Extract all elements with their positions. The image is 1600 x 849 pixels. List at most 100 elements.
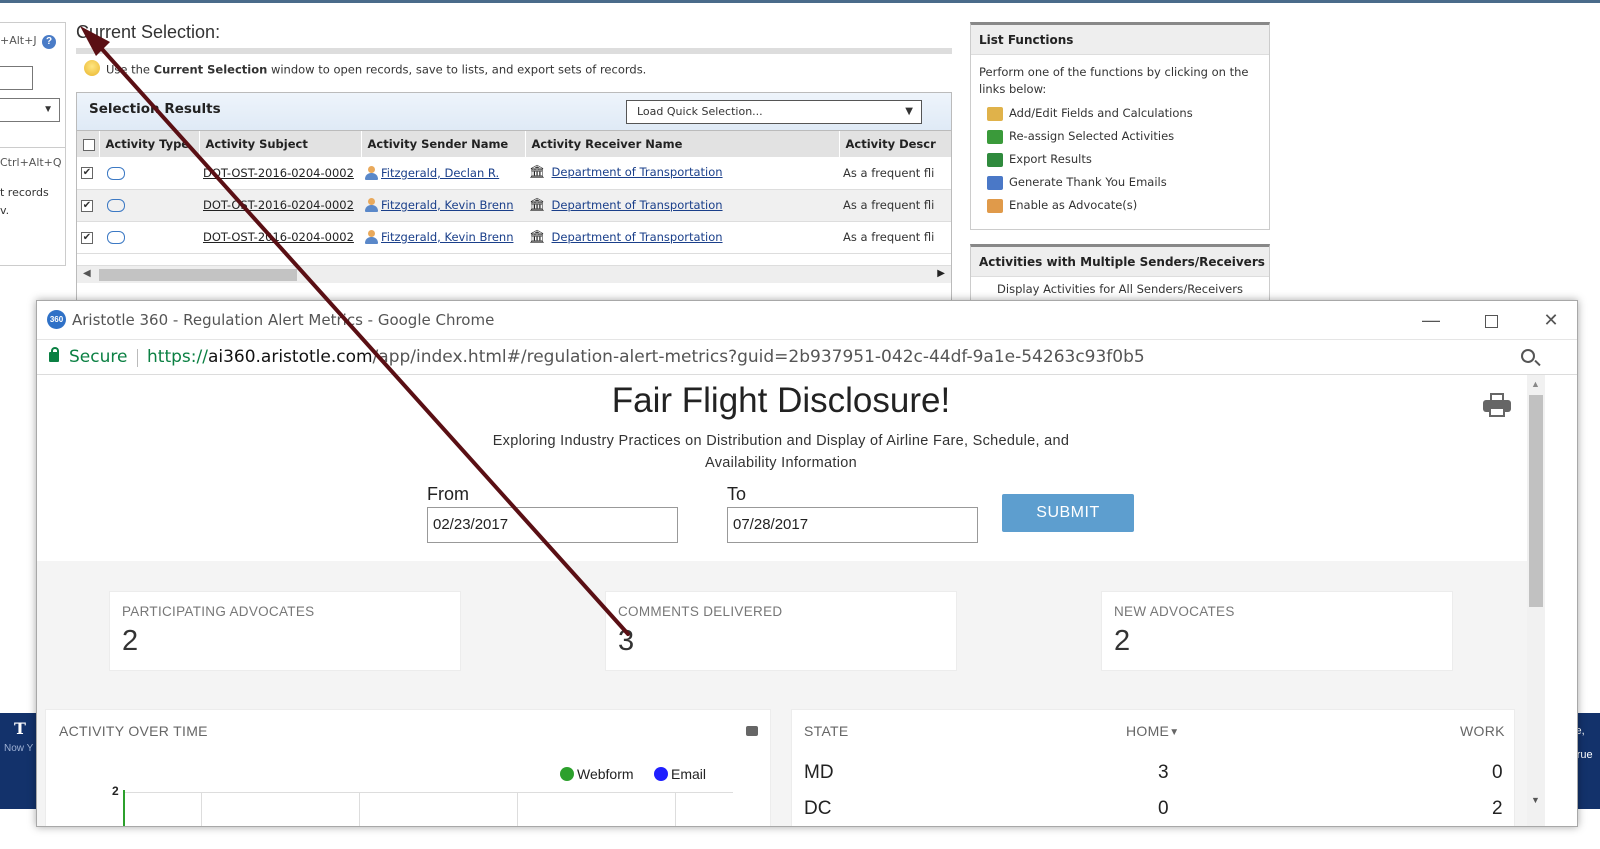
chart-gridline bbox=[675, 792, 676, 826]
scroll-right-icon[interactable]: ▶ bbox=[937, 268, 945, 279]
to-label: To bbox=[727, 484, 747, 504]
sender-link[interactable]: Fitzgerald, Declan R. bbox=[381, 166, 499, 180]
scroll-up-icon[interactable]: ▲ bbox=[1531, 379, 1540, 389]
title-underline bbox=[76, 48, 952, 54]
comment-icon bbox=[107, 199, 125, 212]
person-icon bbox=[365, 166, 378, 180]
divider bbox=[137, 349, 138, 367]
scroll-down-icon[interactable]: ▼ bbox=[1531, 795, 1540, 805]
stat-card-comments-delivered: COMMENTS DELIVERED 3 bbox=[605, 591, 957, 671]
horizontal-scrollbar[interactable]: ◀ ▶ bbox=[77, 265, 951, 283]
row-checkbox[interactable]: ✔ bbox=[81, 167, 93, 180]
window-titlebar[interactable]: 360 Aristotle 360 - Regulation Alert Met… bbox=[37, 301, 1577, 339]
scrollbar-thumb[interactable] bbox=[1529, 395, 1543, 607]
receiver-link[interactable]: Department of Transportation bbox=[552, 165, 723, 179]
divider bbox=[0, 147, 66, 148]
chevron-down-icon: ▼ bbox=[905, 106, 913, 117]
column-header[interactable]: Activity Subject bbox=[199, 131, 362, 157]
help-icon[interactable]: ? bbox=[42, 35, 56, 49]
chart-gridline bbox=[517, 792, 518, 826]
state-column-header[interactable]: STATE bbox=[804, 723, 849, 739]
home-column-header[interactable]: HOME▼ bbox=[1126, 723, 1179, 739]
stat-label: NEW ADVOCATES bbox=[1114, 604, 1235, 619]
left-text: t records bbox=[0, 186, 49, 199]
page-header-area: Fair Flight Disclosure! Exploring Indust… bbox=[37, 375, 1527, 561]
lock-icon[interactable] bbox=[49, 347, 59, 362]
column-header[interactable]: Activity Receiver Name bbox=[525, 131, 840, 157]
secure-label[interactable]: Secure bbox=[69, 347, 127, 367]
list-functions-description: Perform one of the functions by clicking… bbox=[979, 65, 1249, 96]
work-column-header[interactable]: WORK bbox=[1460, 723, 1505, 739]
activity-subject-link[interactable]: DOT-OST-2016-0204-0002 bbox=[203, 166, 354, 180]
address-bar[interactable]: Secure https://ai360.aristotle.com/app/i… bbox=[37, 339, 1577, 375]
minimize-button[interactable]: — bbox=[1411, 307, 1451, 333]
top-border bbox=[0, 0, 1600, 3]
scroll-left-icon[interactable]: ◀ bbox=[83, 268, 91, 279]
state-cell: MD bbox=[804, 762, 834, 783]
printer-icon[interactable] bbox=[1483, 393, 1511, 417]
scrollbar-thumb[interactable] bbox=[99, 269, 297, 281]
receiver-link[interactable]: Department of Transportation bbox=[552, 198, 723, 212]
page-viewport: Fair Flight Disclosure! Exploring Indust… bbox=[37, 375, 1577, 826]
legend-webform[interactable]: Webform bbox=[560, 766, 634, 782]
table-row[interactable]: ✔ DOT-OST-2016-0204-0002 Fitzgerald, Kev… bbox=[77, 189, 951, 222]
url-text[interactable]: https://ai360.aristotle.com/app/index.ht… bbox=[147, 347, 1145, 367]
select-all-header[interactable] bbox=[77, 131, 100, 157]
legend-dot bbox=[560, 767, 574, 781]
list-function-reassign[interactable]: Re-assign Selected Activities bbox=[971, 125, 1269, 148]
column-header[interactable]: Activity Descr bbox=[839, 131, 951, 157]
state-cell: DC bbox=[804, 798, 832, 819]
current-selection-section: Current Selection: Use the Current Selec… bbox=[76, 22, 952, 77]
column-header[interactable]: Activity Sender Name bbox=[361, 131, 526, 157]
aristotle-app-icon: 360 bbox=[47, 310, 66, 329]
receiver-link[interactable]: Department of Transportation bbox=[552, 230, 723, 244]
table-row[interactable]: ✔ DOT-OST-2016-0204-0002 Fitzgerald, Dec… bbox=[77, 157, 951, 190]
row-checkbox[interactable]: ✔ bbox=[81, 199, 93, 212]
from-date-input[interactable]: 02/23/2017 bbox=[427, 507, 678, 543]
maximize-button[interactable] bbox=[1471, 307, 1511, 333]
maximize-icon bbox=[1484, 314, 1498, 328]
display-all-senders-link[interactable]: Display Activities for All Senders/Recei… bbox=[971, 277, 1269, 301]
vertical-scrollbar[interactable]: ▲ ▼ bbox=[1527, 375, 1545, 826]
printer-icon[interactable] bbox=[746, 726, 758, 736]
close-button[interactable]: ✕ bbox=[1531, 307, 1571, 333]
person-icon bbox=[365, 230, 378, 245]
zoom-icon[interactable] bbox=[1521, 349, 1535, 363]
left-text: v. bbox=[0, 204, 10, 217]
sender-link[interactable]: Fitzgerald, Kevin Brenn bbox=[381, 198, 513, 212]
to-date-input[interactable]: 07/28/2017 bbox=[727, 507, 978, 543]
stat-value: 2 bbox=[1114, 625, 1131, 657]
left-search-input[interactable] bbox=[0, 66, 33, 90]
shortcut-label: Ctrl+Alt+Q bbox=[0, 156, 62, 169]
select-all-checkbox[interactable] bbox=[83, 138, 95, 151]
page-subtitle: Exploring Industry Practices on Distribu… bbox=[492, 433, 1070, 449]
person-icon bbox=[987, 198, 1003, 213]
from-label: From bbox=[427, 484, 469, 504]
list-function-export[interactable]: Export Results bbox=[971, 148, 1269, 171]
list-function-enable-advocate[interactable]: Enable as Advocate(s) bbox=[971, 194, 1269, 217]
activity-subject-link[interactable]: DOT-OST-2016-0204-0002 bbox=[203, 198, 354, 212]
person-icon bbox=[365, 198, 378, 213]
column-header[interactable]: Activity Type bbox=[99, 131, 200, 157]
home-cell: 0 bbox=[1158, 798, 1169, 819]
list-functions-panel: List Functions Perform one of the functi… bbox=[970, 22, 1270, 230]
list-functions-title: List Functions bbox=[971, 25, 1269, 55]
activity-subject-link[interactable]: DOT-OST-2016-0204-0002 bbox=[203, 230, 354, 244]
left-panel: +Alt+J ? ▼ Ctrl+Alt+Q t records v. bbox=[0, 22, 66, 266]
activity-description: As a frequent fli bbox=[843, 230, 935, 244]
banner-text: Now Y bbox=[4, 743, 34, 754]
current-selection-tip: Use the Current Selection window to open… bbox=[84, 60, 646, 78]
quick-selection-dropdown[interactable]: Load Quick Selection... ▼ bbox=[626, 100, 922, 124]
row-checkbox[interactable]: ✔ bbox=[81, 231, 93, 244]
lightbulb-icon bbox=[84, 60, 100, 76]
legend-email[interactable]: Email bbox=[654, 766, 706, 782]
multiple-senders-panel: Activities with Multiple Senders/Receive… bbox=[970, 244, 1270, 304]
stat-label: PARTICIPATING ADVOCATES bbox=[122, 604, 315, 619]
list-function-thank-you-emails[interactable]: Generate Thank You Emails bbox=[971, 171, 1269, 194]
home-cell: 3 bbox=[1158, 762, 1169, 783]
table-row[interactable]: ✔ DOT-OST-2016-0204-0002 Fitzgerald, Kev… bbox=[77, 221, 951, 254]
sender-link[interactable]: Fitzgerald, Kevin Brenn bbox=[381, 230, 513, 244]
left-select[interactable]: ▼ bbox=[0, 98, 60, 122]
submit-button[interactable]: SUBMIT bbox=[1002, 494, 1134, 532]
list-function-add-edit-fields[interactable]: Add/Edit Fields and Calculations bbox=[971, 102, 1269, 125]
